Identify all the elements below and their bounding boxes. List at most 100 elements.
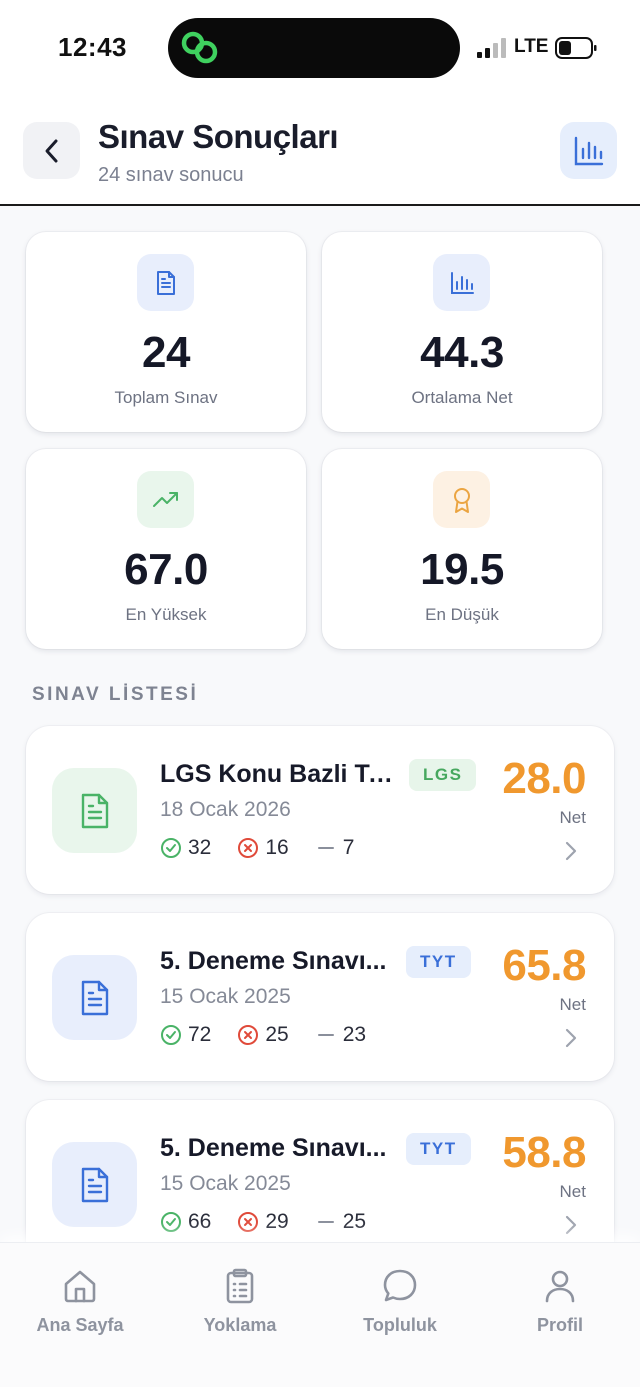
bar-chart-icon xyxy=(574,136,603,165)
exam-type-badge: TYT xyxy=(406,946,471,978)
page-subtitle: 24 sınav sonucu xyxy=(98,164,244,186)
user-icon xyxy=(545,1270,575,1303)
x-circle-icon xyxy=(238,1212,259,1232)
status-time: 12:43 xyxy=(58,32,127,62)
exam-title: 5. Deneme Sınavı... xyxy=(160,947,387,975)
nav-item-attendance[interactable]: Yoklama xyxy=(175,1267,305,1336)
wrong-count: 25 xyxy=(237,1023,289,1047)
back-button[interactable] xyxy=(23,122,80,179)
exam-answer-stats: 72 25 23 xyxy=(160,1023,392,1047)
network-type: LTE xyxy=(514,36,549,57)
stat-icon-box xyxy=(433,471,490,528)
correct-value: 72 xyxy=(188,1023,212,1046)
minus-icon xyxy=(317,847,334,849)
stat-card-lowest: 19.5 En Düşük xyxy=(322,449,602,649)
nav-label: Yoklama xyxy=(203,1315,277,1335)
exam-title: 5. Deneme Sınavı... xyxy=(160,1134,387,1162)
exam-answer-stats: 66 29 25 xyxy=(160,1210,392,1234)
stat-label: En Yüksek xyxy=(125,605,207,624)
stat-value: 44.3 xyxy=(420,328,504,377)
wrong-count: 29 xyxy=(237,1210,289,1234)
x-circle-icon xyxy=(238,1025,259,1045)
nav-item-profile[interactable]: Profil xyxy=(495,1267,625,1336)
status-bar: 12:43 LTE xyxy=(0,0,640,96)
nav-label: Topluluk xyxy=(363,1315,437,1335)
exam-net-label: Net xyxy=(559,995,586,1014)
exam-card[interactable]: 5. Deneme Sınavı... TYT 15 Ocak 2025 72 … xyxy=(26,913,614,1081)
page-header: Sınav Sonuçları 24 sınav sonucu xyxy=(0,96,640,206)
award-icon xyxy=(453,487,470,513)
stat-card-average-net: 44.3 Ortalama Net xyxy=(322,232,602,432)
exam-card[interactable]: LGS Konu Bazli Te... LGS 18 Ocak 2026 32… xyxy=(26,726,614,894)
stat-value: 67.0 xyxy=(124,545,208,594)
stat-label: Toplam Sınav xyxy=(114,388,218,407)
empty-count: 7 xyxy=(315,836,355,860)
chevron-right-icon xyxy=(565,841,577,861)
chevron-right-icon xyxy=(565,1215,577,1235)
stat-icon-box xyxy=(137,471,194,528)
nav-label: Ana Sayfa xyxy=(36,1315,124,1335)
stat-card-total-exams: 24 Toplam Sınav xyxy=(26,232,306,432)
statistics-button[interactable] xyxy=(560,122,617,179)
wrong-value: 29 xyxy=(265,1210,289,1233)
correct-count: 66 xyxy=(160,1210,211,1234)
exam-date: 15 Ocak 2025 xyxy=(160,985,291,1008)
exam-type-badge: LGS xyxy=(409,759,477,791)
chat-bubble-icon xyxy=(383,1269,417,1302)
battery-icon xyxy=(555,37,597,59)
correct-value: 32 xyxy=(188,836,212,859)
exam-type-badge: TYT xyxy=(406,1133,471,1165)
clipboard-icon xyxy=(226,1268,254,1304)
document-icon xyxy=(156,270,175,295)
empty-count: 23 xyxy=(315,1023,366,1047)
nav-label: Profil xyxy=(536,1315,583,1335)
cellular-signal-icon xyxy=(477,38,506,58)
exam-date: 15 Ocak 2025 xyxy=(160,1172,291,1195)
home-icon xyxy=(64,1270,96,1303)
stat-value: 19.5 xyxy=(420,545,504,594)
wrong-value: 16 xyxy=(265,836,289,859)
minus-icon xyxy=(317,1221,334,1223)
empty-value: 7 xyxy=(342,836,355,859)
empty-value: 25 xyxy=(342,1210,367,1233)
exam-icon-box xyxy=(52,955,137,1040)
wrong-count: 16 xyxy=(237,836,289,860)
exam-icon-box xyxy=(52,768,137,853)
stat-value: 24 xyxy=(142,328,190,377)
chevron-right-icon xyxy=(565,1028,577,1048)
x-circle-icon xyxy=(238,838,259,858)
stat-card-highest: 67.0 En Yüksek xyxy=(26,449,306,649)
section-title: SINAV LİSTESİ xyxy=(32,684,199,705)
bar-chart-icon xyxy=(450,271,474,294)
correct-count: 32 xyxy=(160,836,211,860)
correct-count: 72 xyxy=(160,1023,211,1047)
stat-label: En Düşük xyxy=(425,605,499,624)
empty-value: 23 xyxy=(342,1023,367,1046)
nav-item-home[interactable]: Ana Sayfa xyxy=(15,1267,145,1336)
document-icon xyxy=(81,1167,108,1202)
trending-up-icon xyxy=(152,491,178,507)
exam-answer-stats: 32 16 7 xyxy=(160,836,380,860)
exam-net-score: 65.8 xyxy=(502,941,586,990)
exam-date: 18 Ocak 2026 xyxy=(160,798,291,821)
document-icon xyxy=(81,980,108,1015)
exam-title: LGS Konu Bazli Te... xyxy=(160,760,400,788)
empty-count: 25 xyxy=(315,1210,366,1234)
bottom-navigation: Ana Sayfa Yoklama Topluluk Profil xyxy=(0,1242,640,1387)
exam-net-label: Net xyxy=(559,1182,586,1201)
link-icon xyxy=(181,31,218,64)
document-icon xyxy=(81,793,108,828)
correct-value: 66 xyxy=(188,1210,212,1233)
stat-label: Ortalama Net xyxy=(411,388,513,407)
check-circle-icon xyxy=(161,1212,181,1232)
exam-net-score: 58.8 xyxy=(502,1128,586,1177)
stat-icon-box xyxy=(137,254,194,311)
exam-net-score: 28.0 xyxy=(502,754,586,803)
nav-item-community[interactable]: Topluluk xyxy=(335,1267,465,1336)
exam-icon-box xyxy=(52,1142,137,1227)
exam-net-label: Net xyxy=(559,808,586,827)
stat-icon-box xyxy=(433,254,490,311)
wrong-value: 25 xyxy=(265,1023,289,1046)
page-title: Sınav Sonuçları xyxy=(98,118,339,155)
minus-icon xyxy=(317,1034,334,1036)
